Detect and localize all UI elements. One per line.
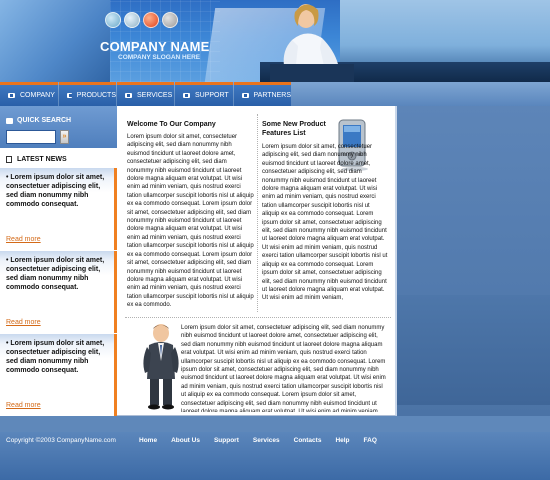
header-circles — [105, 12, 178, 28]
quick-search-title: QUICK SEARCH — [6, 117, 71, 124]
read-more-link[interactable]: Read more — [6, 319, 41, 326]
latest-news-header: LATEST NEWS — [0, 152, 117, 166]
products-text: Lorem ipsum dolor sit amet, consectetuer… — [262, 144, 388, 302]
main-nav: COMPANY PRODUCTS SERVICES SUPPORT PARTNE… — [0, 82, 550, 106]
quick-search-box: QUICK SEARCH » — [0, 106, 117, 148]
latest-news-title: LATEST NEWS — [17, 155, 67, 163]
copyright-text: Copyright ©2003 CompanyName.com — [6, 437, 116, 444]
document-icon — [6, 155, 12, 163]
footer-link-services[interactable]: Services — [253, 437, 280, 444]
welcome-text: Lorem ipsum dolor sit amet, consectetuer… — [127, 134, 254, 309]
decor-circle — [124, 12, 140, 28]
footer-strip — [0, 416, 550, 432]
nav-label: SUPPORT — [195, 92, 229, 99]
search-input[interactable] — [6, 130, 56, 144]
nav-partners[interactable]: PARTNERS — [234, 82, 291, 106]
right-band — [397, 295, 550, 405]
column-divider — [257, 114, 258, 312]
bottom-text: Lorem ipsum dolor sit amet, consectetuer… — [181, 325, 386, 412]
nav-support[interactable]: SUPPORT — [175, 82, 233, 106]
nav-services[interactable]: SERVICES — [117, 82, 174, 106]
quick-search-label: QUICK SEARCH — [17, 117, 72, 124]
news-text: • Lorem ipsum dolor sit amet, consectetu… — [6, 340, 105, 374]
header-hand-photo — [0, 0, 110, 82]
news-item: • Lorem ipsum dolor sit amet, consectetu… — [0, 334, 117, 416]
footer-link-contacts[interactable]: Contacts — [294, 437, 322, 444]
news-item: • Lorem ipsum dolor sit amet, consectetu… — [0, 168, 117, 250]
nav-company[interactable]: COMPANY — [0, 82, 58, 106]
news-text: • Lorem ipsum dolor sit amet, consectetu… — [6, 174, 105, 208]
header-woman-image — [270, 4, 354, 82]
decor-circle — [105, 12, 121, 28]
search-icon — [6, 117, 13, 124]
footer-link-support[interactable]: Support — [214, 437, 239, 444]
footer-link-faq[interactable]: FAQ — [364, 437, 377, 444]
nav-products[interactable]: PRODUCTS — [59, 82, 116, 106]
read-more-link[interactable]: Read more — [6, 236, 41, 243]
nav-label: PARTNERS — [253, 92, 291, 99]
footer-link-home[interactable]: Home — [139, 437, 157, 444]
computer-icon — [183, 93, 190, 98]
nav-label: COMPANY — [20, 92, 55, 99]
main-content: Welcome To Our Company Lorem ipsum dolor… — [117, 106, 397, 416]
footer-link-about[interactable]: About Us — [171, 437, 200, 444]
welcome-title: Welcome To Our Company — [127, 121, 216, 128]
businessman-image — [143, 324, 179, 410]
section-divider — [125, 317, 391, 318]
left-sidebar: QUICK SEARCH » LATEST NEWS • Lorem ipsum… — [0, 106, 117, 416]
computer-icon — [125, 93, 132, 98]
products-title: Some New Product Features List — [262, 121, 326, 137]
header-banner: COMPANY NAME COMPANY SLOGAN HERE — [0, 0, 550, 82]
decor-circle — [143, 12, 159, 28]
decor-circle — [162, 12, 178, 28]
news-item: • Lorem ipsum dolor sit amet, consectetu… — [0, 251, 117, 333]
computer-icon — [8, 93, 15, 98]
computer-icon — [242, 93, 249, 98]
nav-label: SERVICES — [137, 92, 173, 99]
news-text: • Lorem ipsum dolor sit amet, consectetu… — [6, 257, 105, 291]
footer-links: Home About Us Support Services Contacts … — [139, 437, 377, 444]
company-name: COMPANY NAME — [100, 39, 210, 54]
search-go-button[interactable]: » — [60, 130, 69, 144]
computer-icon — [67, 93, 72, 98]
footer-link-help[interactable]: Help — [335, 437, 349, 444]
read-more-link[interactable]: Read more — [6, 402, 41, 409]
company-slogan: COMPANY SLOGAN HERE — [118, 54, 201, 61]
nav-label: PRODUCTS — [76, 92, 116, 99]
